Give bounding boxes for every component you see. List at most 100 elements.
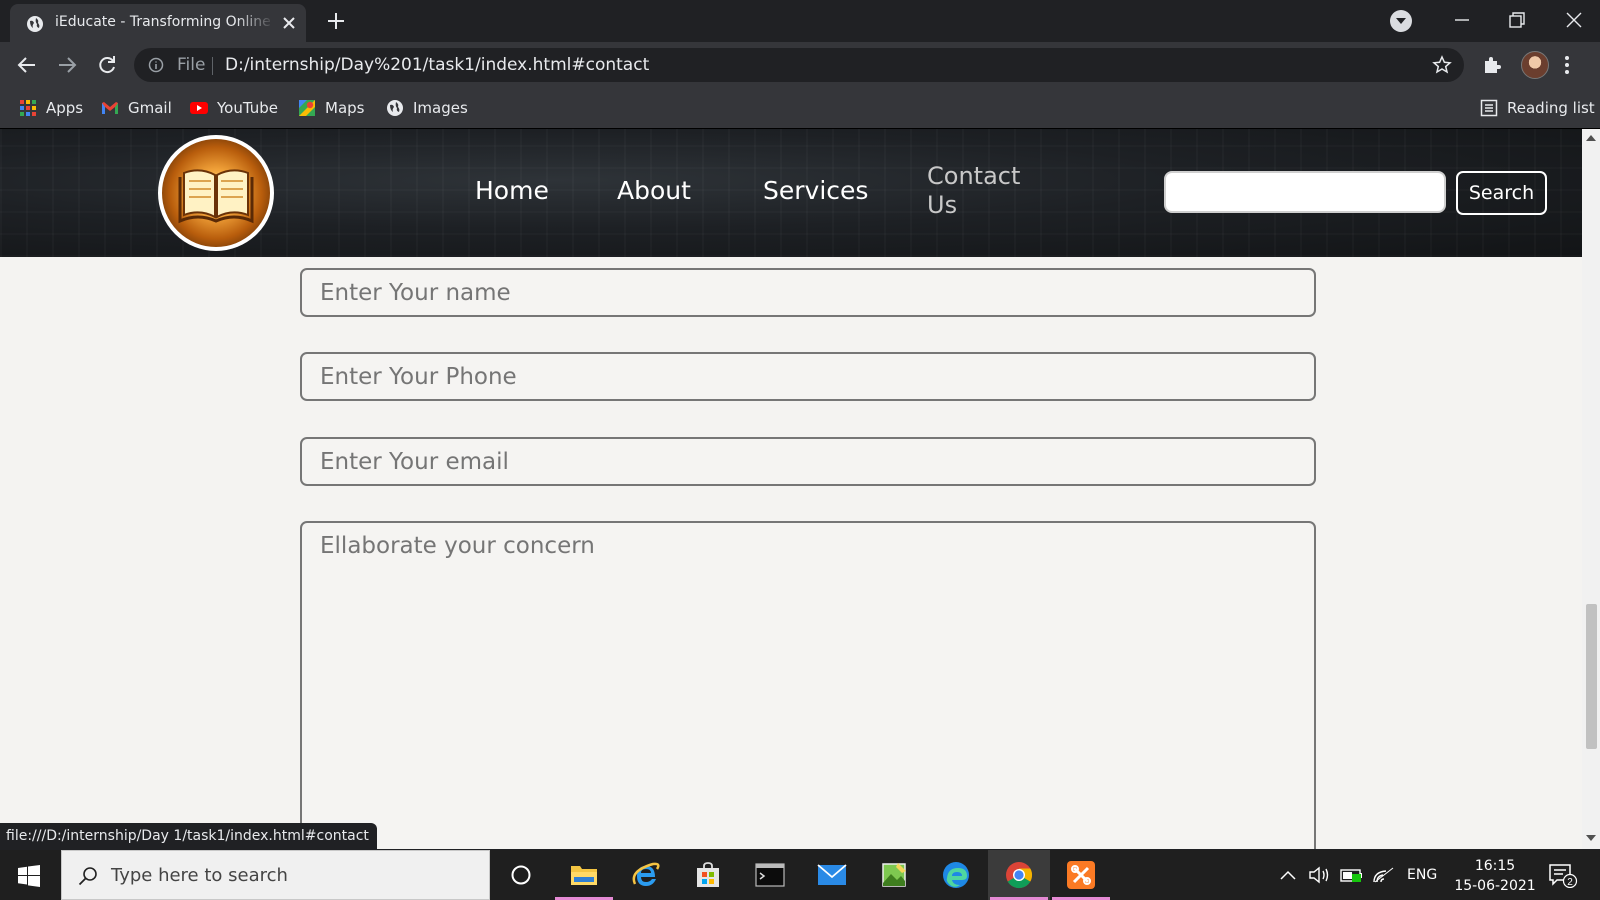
- reading-list-label: Reading list: [1507, 99, 1595, 117]
- taskbar-photos[interactable]: [863, 850, 925, 900]
- wifi-icon: [1373, 867, 1394, 883]
- nav-home[interactable]: Home: [475, 176, 549, 205]
- taskbar-xampp[interactable]: [1050, 850, 1112, 900]
- clock-date: 15-06-2021: [1454, 878, 1536, 894]
- taskbar-clock[interactable]: 16:15 15-06-2021: [1450, 856, 1540, 896]
- taskbar-edge[interactable]: [925, 850, 987, 900]
- back-icon[interactable]: [16, 54, 38, 76]
- nav-services[interactable]: Services: [763, 176, 868, 205]
- bookmark-maps[interactable]: Maps: [298, 97, 364, 119]
- taskbar-search-box[interactable]: Type here to search: [61, 850, 490, 900]
- search-icon: [78, 867, 97, 886]
- chrome-icon: [1006, 862, 1033, 889]
- image-editor-icon: [882, 863, 906, 887]
- extensions-puzzle-icon[interactable]: [1482, 55, 1502, 75]
- name-placeholder: Enter Your name: [320, 280, 511, 306]
- browser-toolbar: File D:/internship/Day%201/task1/index.h…: [0, 42, 1600, 87]
- youtube-icon: [190, 102, 208, 114]
- bookmark-label: Gmail: [128, 99, 172, 117]
- name-field[interactable]: Enter Your name: [300, 268, 1316, 317]
- page-scrollbar[interactable]: [1582, 129, 1600, 849]
- taskbar-terminal[interactable]: [739, 850, 801, 900]
- windows-taskbar: Type here to search ENG 16:15 15-06-2021…: [0, 850, 1600, 900]
- task-view-button[interactable]: [490, 850, 552, 900]
- open-book-icon: [178, 169, 254, 224]
- internet-explorer-icon: [632, 862, 660, 886]
- concern-textarea[interactable]: Ellaborate your concern: [300, 521, 1316, 849]
- gmail-icon: [102, 102, 118, 114]
- bookmark-apps[interactable]: Apps: [19, 97, 83, 119]
- tray-overflow[interactable]: [1280, 850, 1296, 900]
- page-viewport: Home About Services Contact Us Search En…: [0, 129, 1600, 849]
- clock-time: 16:15: [1474, 858, 1516, 874]
- globe-icon: [27, 16, 43, 32]
- tab-title: iEducate - Transforming Online Education: [55, 14, 275, 30]
- close-icon[interactable]: [281, 15, 297, 31]
- bookmark-star-icon[interactable]: [1432, 55, 1452, 75]
- bookmark-label: Images: [413, 99, 468, 117]
- tab-search-button[interactable]: [1390, 10, 1412, 32]
- screen: iEducate - Transforming Online Education…: [0, 0, 1600, 900]
- maps-icon: [299, 100, 315, 116]
- tray-battery[interactable]: [1340, 850, 1364, 900]
- bookmarks-bar: Apps Gmail YouTube Maps Images Reading l…: [0, 87, 1600, 129]
- speaker-icon: [1309, 866, 1329, 884]
- reading-list-button[interactable]: Reading list: [1480, 97, 1595, 119]
- action-center-button[interactable]: 2: [1548, 850, 1578, 900]
- notification-count: 2: [1567, 877, 1573, 888]
- site-header: Home About Services Contact Us Search: [0, 129, 1582, 257]
- phone-field[interactable]: Enter Your Phone: [300, 352, 1316, 401]
- scroll-up-icon[interactable]: [1585, 134, 1597, 142]
- scheme-label: File: [177, 55, 206, 75]
- site-logo[interactable]: [158, 135, 274, 251]
- more-menu-icon[interactable]: [1564, 54, 1570, 76]
- bookmark-gmail[interactable]: Gmail: [101, 97, 172, 119]
- site-search-input[interactable]: [1164, 171, 1446, 213]
- site-search-button[interactable]: Search: [1456, 171, 1547, 215]
- taskbar-store[interactable]: [677, 850, 739, 900]
- bookmark-label: YouTube: [217, 99, 278, 117]
- taskbar-mail[interactable]: [801, 850, 863, 900]
- new-tab-icon[interactable]: [326, 11, 346, 31]
- forward-icon[interactable]: [56, 54, 78, 76]
- windows-start-icon[interactable]: [18, 865, 40, 887]
- bookmark-label: Apps: [46, 99, 84, 117]
- link-status-bubble: file:///D:/internship/Day 1/task1/index.…: [0, 823, 377, 850]
- url-text[interactable]: D:/internship/Day%201/task1/index.html#c…: [225, 55, 649, 75]
- scrollbar-thumb[interactable]: [1586, 604, 1597, 749]
- reading-list-icon: [1480, 99, 1498, 117]
- folder-icon: [571, 866, 597, 885]
- tray-language[interactable]: ENG: [1407, 850, 1437, 900]
- browser-tab[interactable]: iEducate - Transforming Online Education: [10, 4, 306, 42]
- email-field[interactable]: Enter Your email: [300, 437, 1316, 486]
- email-placeholder: Enter Your email: [320, 449, 509, 475]
- close-window-icon[interactable]: [1564, 10, 1584, 30]
- bookmark-youtube[interactable]: YouTube: [190, 97, 278, 119]
- tray-network[interactable]: [1373, 850, 1395, 900]
- cortana-circle-icon: [511, 865, 531, 885]
- edge-browser-icon: [943, 862, 969, 888]
- tray-volume[interactable]: [1308, 850, 1332, 900]
- taskbar-search-placeholder: Type here to search: [111, 865, 288, 886]
- chevron-down-icon: [1396, 18, 1406, 24]
- taskbar-chrome[interactable]: [988, 850, 1050, 900]
- restore-icon[interactable]: [1507, 10, 1527, 30]
- globe-icon: [387, 100, 403, 116]
- scroll-down-icon[interactable]: [1585, 834, 1597, 842]
- xampp-icon: [1067, 861, 1095, 889]
- bookmark-images[interactable]: Images: [386, 97, 468, 119]
- taskbar-internet-explorer[interactable]: [615, 850, 677, 900]
- concern-placeholder: Ellaborate your concern: [320, 533, 595, 559]
- browser-titlebar: iEducate - Transforming Online Education: [0, 0, 1600, 42]
- taskbar-file-explorer[interactable]: [553, 850, 615, 900]
- address-bar[interactable]: File D:/internship/Day%201/task1/index.h…: [134, 48, 1464, 82]
- profile-avatar[interactable]: [1521, 51, 1549, 79]
- bookmark-label: Maps: [325, 99, 365, 117]
- info-icon[interactable]: [148, 57, 164, 73]
- nav-contact-us[interactable]: Contact Us: [927, 162, 1037, 220]
- phone-placeholder: Enter Your Phone: [320, 364, 517, 390]
- minimize-icon[interactable]: [1452, 10, 1472, 30]
- nav-about[interactable]: About: [617, 176, 691, 205]
- mail-icon: [817, 864, 847, 885]
- reload-icon[interactable]: [96, 54, 118, 76]
